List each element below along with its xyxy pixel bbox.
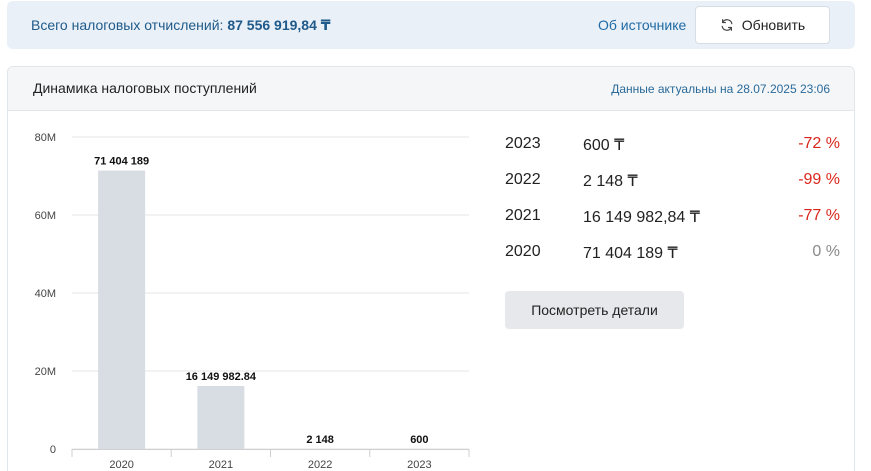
summary-bar: Всего налоговых отчислений: 87 556 919,8… [7,1,855,49]
data-label: 2 148 [306,434,334,446]
stat-year: 2021 [505,207,541,224]
stat-row: 2020 71 404 189 ₸ 0 % [505,243,840,263]
stat-year: 2022 [505,171,541,188]
stat-row: 2023 600 ₸ -72 % [505,135,840,155]
stat-row: 2021 16 149 982,84 ₸ -77 % [505,207,840,227]
stat-change: 0 % [812,243,840,260]
about-source-link[interactable]: Об источнике [598,17,686,33]
stat-change: -77 % [798,207,840,224]
y-tick-label: 40M [35,288,56,300]
x-tick-label: 2022 [308,459,332,471]
data-updated-date: Данные актуальны на 28.07.2025 23:06 [611,82,830,96]
stat-year: 2023 [505,135,541,152]
refresh-button[interactable]: Обновить [695,6,830,44]
y-tick-label: 0 [50,444,56,456]
tax-dynamics-panel: Динамика налоговых поступлений Данные ак… [7,66,855,471]
x-tick-label: 2021 [209,459,233,471]
y-tick-label: 20M [35,366,56,378]
stat-year: 2020 [505,243,541,260]
bar [98,170,146,449]
stat-amount: 600 ₸ [583,137,625,154]
stat-amount: 16 149 982,84 ₸ [583,209,700,226]
total-tax: Всего налоговых отчислений: 87 556 919,8… [31,17,331,34]
y-tick-label: 80M [35,132,56,144]
stat-row: 2022 2 148 ₸ -99 % [505,171,840,191]
data-label: 16 149 982.84 [186,371,257,383]
refresh-icon [720,18,734,32]
y-tick-label: 60M [35,210,56,222]
stat-change: -72 % [798,135,840,152]
x-tick-label: 2020 [109,459,133,471]
bar [197,386,245,449]
data-label: 600 [410,434,428,446]
stat-change: -99 % [798,171,840,188]
data-label: 71 404 189 [94,156,149,168]
total-tax-label: Всего налоговых отчислений: [31,17,224,33]
tax-bar-chart: 0 20M 40M 60M 80M 71 404 189 2020 16 149 982.84… [35,132,470,471]
view-details-button[interactable]: Посмотреть детали [505,291,684,329]
stat-amount: 2 148 ₸ [583,173,638,190]
total-tax-value: 87 556 919,84 ₸ [227,17,331,33]
x-tick-label: 2023 [407,459,431,471]
refresh-label: Обновить [741,17,806,33]
stat-amount: 71 404 189 ₸ [583,245,678,262]
